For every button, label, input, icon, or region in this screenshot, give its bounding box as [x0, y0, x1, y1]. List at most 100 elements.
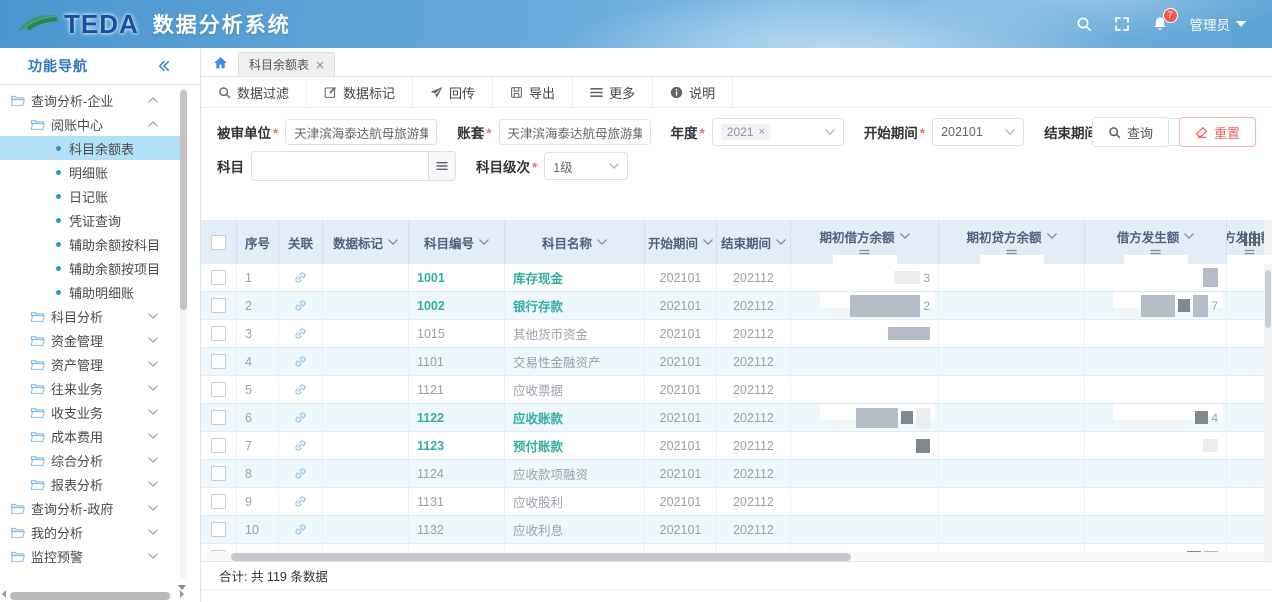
column-settings-icon[interactable] [1244, 233, 1260, 246]
column-header[interactable]: 结束期间 [717, 220, 791, 264]
year-tag-close-icon[interactable]: × [759, 127, 765, 138]
sort-caret-icon[interactable] [388, 239, 398, 245]
sidebar-item[interactable]: 辅助余额按项目 [0, 256, 186, 280]
reset-button[interactable]: 重置 [1179, 117, 1256, 147]
sidebar-item[interactable]: 科目余额表 [0, 136, 186, 160]
tab-subject-balance[interactable]: 科目余额表 [238, 52, 335, 76]
toolbar-button-search[interactable]: 数据过滤 [201, 77, 307, 107]
chevron-down-icon[interactable] [148, 409, 158, 415]
link-icon[interactable] [294, 355, 307, 368]
link-icon[interactable] [294, 495, 307, 508]
subject-input[interactable] [252, 152, 428, 180]
row-checkbox[interactable] [211, 438, 226, 453]
sidebar-horizontal-scroll-thumb[interactable] [10, 592, 170, 600]
chevron-down-icon[interactable] [148, 457, 158, 463]
row-checkbox[interactable] [211, 382, 226, 397]
select-all-checkbox[interactable] [211, 235, 226, 250]
sidebar-item[interactable]: 往来业务 [0, 376, 186, 400]
chevron-down-icon[interactable] [148, 313, 158, 319]
link-icon[interactable] [294, 411, 307, 424]
row-checkbox[interactable] [211, 522, 226, 537]
sidebar-item[interactable]: 查询分析-政府 [0, 496, 186, 520]
subject-name-cell[interactable]: 应收账款 [505, 404, 645, 432]
grid-horizontal-scroll-thumb[interactable] [231, 553, 851, 561]
sidebar-item[interactable]: 明细账 [0, 160, 186, 184]
column-header[interactable]: 期初借方余额 [791, 220, 939, 264]
chevron-down-icon[interactable] [148, 553, 158, 559]
link-icon[interactable] [294, 439, 307, 452]
chevron-down-icon[interactable] [148, 529, 158, 535]
sidebar-item[interactable]: 阅账中心 [0, 112, 186, 136]
collapse-sidebar-icon[interactable] [158, 60, 170, 72]
link-icon[interactable] [294, 271, 307, 284]
sort-caret-icon[interactable] [479, 239, 489, 245]
sidebar-item[interactable]: 监控预警 [0, 544, 186, 568]
sidebar-item[interactable]: 辅助余额按科目 [0, 232, 186, 256]
subject-level-select[interactable]: 1级 [544, 152, 628, 180]
sidebar-item[interactable]: 资金管理 [0, 328, 186, 352]
subject-code-cell[interactable]: 1122 [409, 404, 505, 432]
chevron-down-icon[interactable] [148, 337, 158, 343]
link-icon[interactable] [294, 299, 307, 312]
notifications-button[interactable]: 7 [1152, 16, 1168, 32]
subject-picker-button[interactable] [428, 152, 455, 180]
link-icon[interactable] [294, 327, 307, 340]
sidebar-item[interactable]: 我的分析 [0, 520, 186, 544]
subject-name-cell[interactable]: 银行存款 [505, 292, 645, 320]
toolbar-button-send[interactable]: 回传 [413, 77, 493, 107]
sidebar-item[interactable]: 科目分析 [0, 304, 186, 328]
sidebar-item[interactable]: 辅助明细账 [0, 280, 186, 304]
row-checkbox[interactable] [211, 494, 226, 509]
toolbar-button-export[interactable]: 导出 [493, 77, 573, 107]
chevron-down-icon[interactable] [148, 505, 158, 511]
row-checkbox[interactable] [211, 270, 226, 285]
subject-code-cell[interactable]: 1001 [409, 264, 505, 292]
fullscreen-icon[interactable] [1114, 16, 1130, 32]
subject-name-cell[interactable]: 预付账款 [505, 432, 645, 460]
toolbar-button-info[interactable]: 说明 [653, 77, 733, 107]
row-checkbox[interactable] [211, 410, 226, 425]
sort-caret-icon[interactable] [597, 239, 607, 245]
chevron-up-icon[interactable] [148, 121, 158, 127]
close-tab-icon[interactable] [316, 61, 324, 69]
sidebar-item[interactable]: 查询分析-企业 [0, 88, 186, 112]
sort-caret-icon[interactable] [703, 239, 713, 245]
sidebar-item[interactable]: 报表分析 [0, 472, 186, 496]
row-checkbox[interactable] [211, 466, 226, 481]
column-header[interactable]: 期初贷方余额 [939, 220, 1085, 264]
sidebar-item[interactable]: 资产管理 [0, 352, 186, 376]
sidebar-vertical-scroll-thumb[interactable] [180, 90, 187, 310]
column-header[interactable]: 数据标记 [323, 220, 409, 264]
scroll-left-arrow[interactable] [2, 590, 6, 598]
sidebar-item[interactable]: 凭证查询 [0, 208, 186, 232]
link-icon[interactable] [294, 523, 307, 536]
sort-caret-icon[interactable] [900, 233, 910, 239]
chevron-down-icon[interactable] [148, 481, 158, 487]
row-checkbox[interactable] [211, 298, 226, 313]
sort-caret-icon[interactable] [1184, 233, 1194, 239]
column-header[interactable]: 借方发生额 [1085, 220, 1227, 264]
toolbar-button-edit[interactable]: 数据标记 [307, 77, 413, 107]
sort-caret-icon[interactable] [1047, 233, 1057, 239]
chevron-down-icon[interactable] [148, 433, 158, 439]
start-period-select[interactable]: 202101 [932, 118, 1024, 146]
subject-name-cell[interactable]: 库存现金 [505, 264, 645, 292]
column-header[interactable]: 科目名称 [505, 220, 645, 264]
link-icon[interactable] [294, 467, 307, 480]
subject-code-cell[interactable]: 1123 [409, 432, 505, 460]
home-icon[interactable] [213, 56, 228, 70]
sort-caret-icon[interactable] [776, 239, 786, 245]
chevron-up-icon[interactable] [148, 97, 158, 103]
search-button[interactable]: 查询 [1092, 117, 1169, 147]
column-header[interactable]: 开始期间 [645, 220, 717, 264]
link-icon[interactable] [294, 383, 307, 396]
row-checkbox[interactable] [211, 354, 226, 369]
column-header[interactable]: 科目编号 [409, 220, 505, 264]
sidebar-item[interactable]: 成本费用 [0, 424, 186, 448]
scroll-right-arrow[interactable] [180, 590, 184, 598]
sidebar-item[interactable]: 收支业务 [0, 400, 186, 424]
account-set-input[interactable] [499, 119, 651, 145]
audited-unit-input[interactable] [285, 119, 437, 145]
search-icon[interactable] [1076, 16, 1092, 32]
row-checkbox[interactable] [211, 326, 226, 341]
